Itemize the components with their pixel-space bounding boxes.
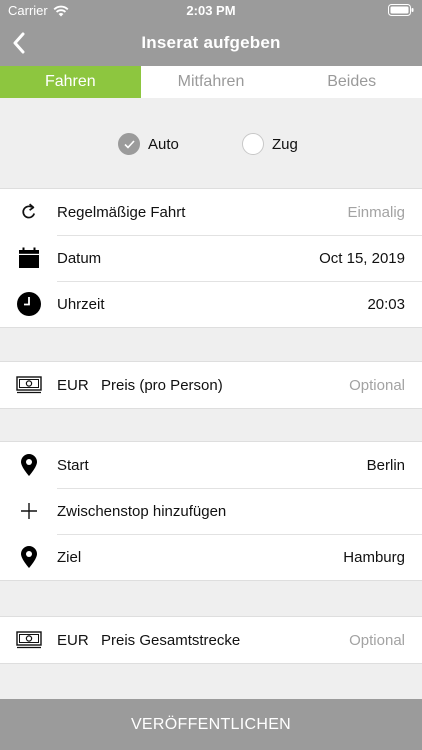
date-label: Datum [57,249,102,267]
calendar-icon [0,247,57,269]
navigation-bar: Inserat aufgeben [0,21,422,66]
time-row[interactable]: Uhrzeit 20:03 [0,281,422,327]
price-per-person-group: EUR Preis (pro Person) Optional [0,361,422,409]
check-icon [123,139,135,149]
add-stop-row[interactable]: Zwischenstop hinzufügen [0,488,422,534]
transport-mode-selector: Auto Zug [0,98,422,188]
price-total-group: EUR Preis Gesamtstrecke Optional [0,616,422,664]
start-value: Berlin [366,456,405,474]
radio-zug[interactable]: Zug [242,133,298,155]
start-label: Start [57,456,89,474]
recurring-label: Regelmäßige Fahrt [57,203,186,221]
segmented-tabs: Fahren Mitfahren Beides [0,66,422,104]
price-total-input[interactable]: Optional [349,632,422,649]
price-total-label: Preis Gesamtstrecke [101,631,241,649]
currency-label: EUR [57,631,89,649]
destination-label: Ziel [57,548,82,566]
battery-icon [388,4,414,19]
status-bar: Carrier 2:03 PM [0,0,422,21]
banknote-icon [0,631,57,649]
repeat-icon [0,203,57,221]
location-pin-icon [0,454,57,476]
currency-label: EUR [57,376,89,394]
radio-zug-label: Zug [272,135,298,153]
publish-button[interactable]: VERÖFFENTLICHEN [0,699,422,750]
time-value: 20:03 [367,295,405,313]
destination-value: Hamburg [343,548,405,566]
banknote-icon [0,376,57,394]
destination-row[interactable]: Ziel Hamburg [0,534,422,580]
date-value: Oct 15, 2019 [319,249,405,267]
recurring-value: Einmalig [347,203,405,221]
radio-auto[interactable]: Auto [118,133,179,155]
schedule-group: Regelmäßige Fahrt Einmalig Datum Oct 15,… [0,188,422,328]
tab-beides[interactable]: Beides [281,66,422,98]
price-total-row[interactable]: EUR Preis Gesamtstrecke Optional [0,617,422,663]
clock-icon [0,292,57,316]
tab-fahren[interactable]: Fahren [0,66,141,104]
tab-mitfahren[interactable]: Mitfahren [141,66,282,98]
time-label: Uhrzeit [57,295,105,313]
recurring-row[interactable]: Regelmäßige Fahrt Einmalig [0,189,422,235]
start-row[interactable]: Start Berlin [0,442,422,488]
date-row[interactable]: Datum Oct 15, 2019 [0,235,422,281]
price-per-person-row[interactable]: EUR Preis (pro Person) Optional [0,362,422,408]
location-pin-icon [0,546,57,568]
price-per-person-label: Preis (pro Person) [101,376,223,394]
radio-auto-circle [118,133,140,155]
status-time: 2:03 PM [186,3,236,18]
radio-auto-label: Auto [148,135,179,153]
route-group: Start Berlin Zwischenstop hinzufügen Zie… [0,441,422,581]
add-stop-label: Zwischenstop hinzufügen [57,502,227,520]
page-title: Inserat aufgeben [141,33,281,52]
price-per-person-input[interactable]: Optional [349,377,422,394]
radio-zug-circle [242,133,264,155]
plus-icon [0,503,57,519]
